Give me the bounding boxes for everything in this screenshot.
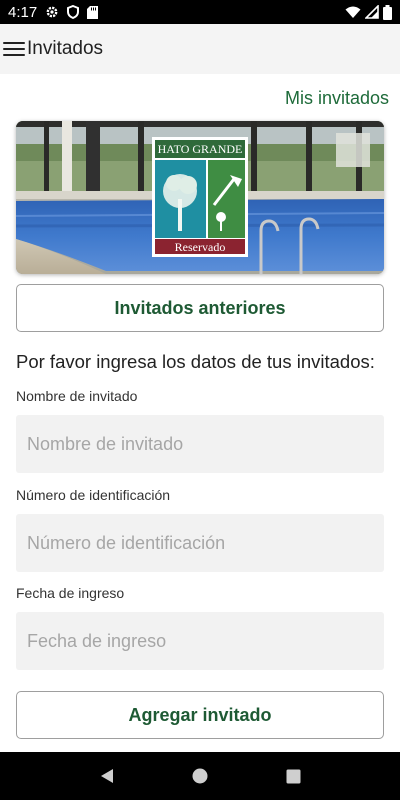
status-time: 4:17	[8, 3, 38, 21]
battery-icon	[383, 4, 392, 20]
shield-icon	[67, 5, 80, 19]
settings-icon	[46, 6, 58, 18]
id-number-input[interactable]	[16, 514, 384, 572]
guest-name-input[interactable]	[16, 415, 384, 473]
home-icon[interactable]	[180, 756, 220, 796]
page-title: Invitados	[27, 38, 104, 59]
wifi-icon	[345, 6, 361, 18]
entry-date-label: Fecha de ingreso	[16, 585, 125, 601]
status-bar: 4:17	[0, 0, 400, 24]
system-nav-bar	[0, 752, 400, 800]
add-guest-button[interactable]: Agregar invitado	[16, 691, 384, 739]
back-icon[interactable]	[87, 756, 127, 796]
mis-invitados-link[interactable]: Mis invitados	[285, 88, 389, 109]
app-bar: Invitados	[0, 24, 400, 74]
guest-name-label: Nombre de invitado	[16, 388, 138, 404]
id-number-label: Número de identificación	[16, 487, 171, 503]
logo-top-text: HATO GRANDE	[158, 142, 243, 156]
menu-icon[interactable]	[3, 42, 25, 56]
banner-image: HATO GRANDE Reservado	[16, 121, 384, 274]
pool-photo: HATO GRANDE Reservado	[16, 121, 384, 274]
signal-icon	[365, 5, 379, 19]
sd-card-icon	[87, 5, 99, 19]
logo-bottom-text: Reservado	[175, 240, 226, 254]
form-prompt: Por favor ingresa los datos de tus invit…	[16, 351, 375, 372]
recents-icon[interactable]	[273, 756, 313, 796]
main-content: Mis invitados HATO GRANDE Reservado Invi…	[0, 74, 400, 752]
previous-guests-button[interactable]: Invitados anteriores	[16, 284, 384, 332]
entry-date-input[interactable]	[16, 612, 384, 670]
